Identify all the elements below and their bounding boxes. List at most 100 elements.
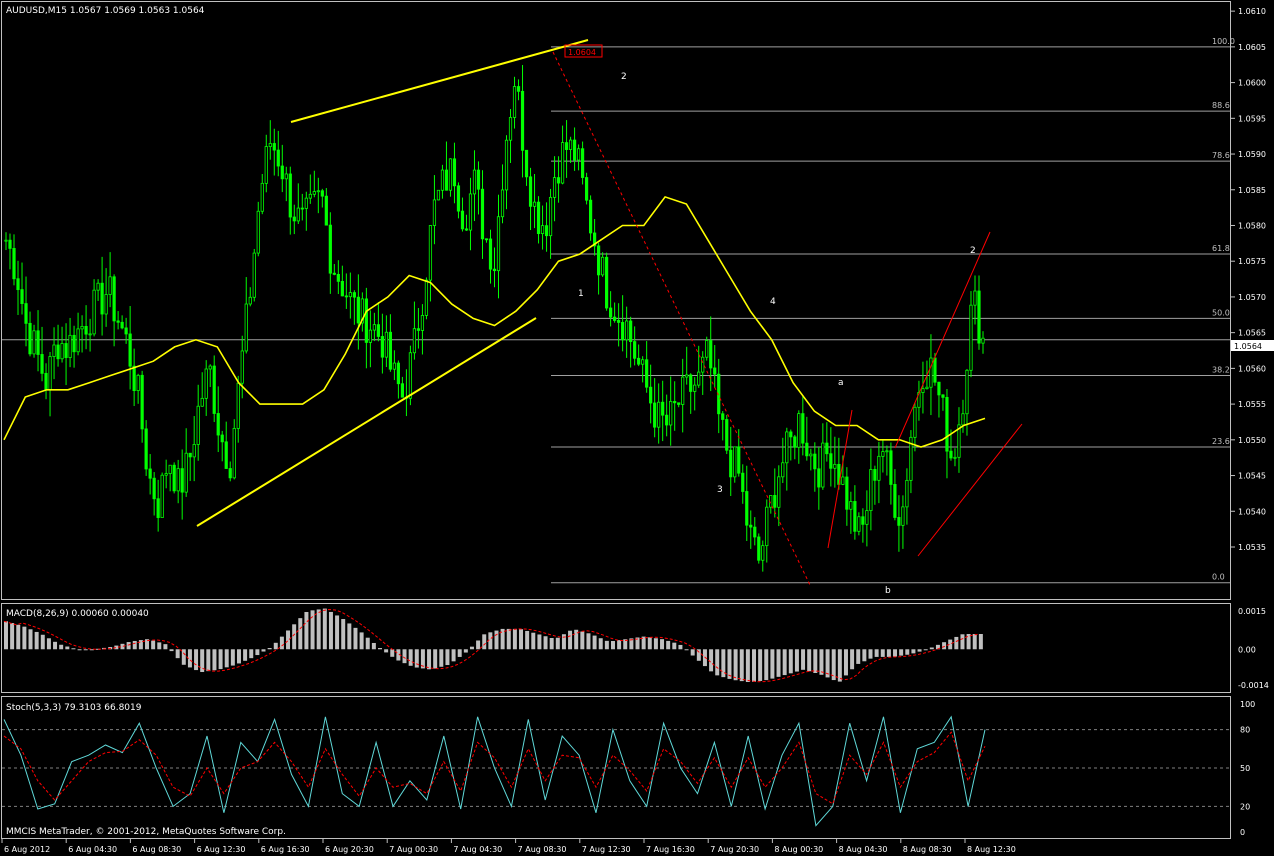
candle-body: [288, 173, 292, 218]
candle-body: [224, 441, 228, 469]
candle-body: [945, 396, 949, 452]
candle-body: [320, 190, 324, 197]
wave-label: 1: [578, 289, 584, 299]
candle-body: [240, 350, 244, 384]
macd-bar: [672, 642, 677, 650]
macd-bar: [862, 649, 867, 662]
candle-body: [929, 357, 933, 388]
copyright-text: MMCIS MetaTrader, © 2001-2012, MetaQuote…: [6, 827, 286, 837]
candle-body: [368, 329, 372, 343]
candle-body: [52, 344, 56, 357]
macd-bar: [733, 649, 738, 681]
candle-body: [92, 289, 96, 335]
candle-body: [384, 331, 388, 358]
macd-bar: [4, 621, 8, 650]
macd-bar: [678, 644, 683, 650]
candle-body: [432, 199, 437, 226]
macd-bar: [255, 649, 260, 656]
macd-bar: [316, 609, 321, 650]
macd-bar: [279, 636, 284, 650]
candle-body: [180, 468, 184, 493]
fib-level-label: 0.0: [1212, 573, 1225, 582]
candle-body: [468, 193, 473, 231]
macd-bar: [322, 608, 327, 650]
price-tick-label: 1.0560: [1238, 364, 1266, 373]
candle-body: [472, 169, 477, 195]
time-tick-label: 8 Aug 04:30: [839, 845, 888, 854]
candle-body: [889, 450, 893, 485]
price-tick-label: 1.0580: [1238, 221, 1266, 230]
macd-bar: [249, 649, 254, 659]
candle-body: [617, 320, 621, 323]
price-tick-label: 1.0595: [1238, 114, 1266, 123]
macd-bar: [512, 628, 517, 650]
candle-body: [236, 382, 240, 429]
macd-bar: [598, 638, 603, 650]
candle-body: [568, 139, 573, 150]
current-price-label: 1.0564: [1234, 342, 1262, 351]
candle-body: [200, 397, 204, 407]
candle-body: [416, 328, 421, 331]
macd-bar: [684, 649, 689, 651]
macd-bar: [224, 649, 229, 668]
candle-body: [725, 419, 729, 451]
candle-body: [869, 469, 873, 511]
candle-body: [32, 330, 36, 355]
high-price-label: 1.0604: [568, 48, 596, 57]
candle-body: [56, 344, 60, 360]
price-tick-label: 1.0555: [1238, 400, 1266, 409]
macd-bar: [488, 632, 493, 650]
macd-bar: [758, 649, 763, 681]
price-tick-label: 1.0565: [1238, 329, 1266, 338]
candle-body: [496, 216, 501, 272]
candle-body: [244, 303, 248, 352]
macd-bar: [273, 642, 278, 650]
macd-bar: [439, 649, 444, 667]
macd-bar: [813, 649, 818, 673]
candle-body: [749, 524, 753, 528]
candle-body: [540, 225, 545, 235]
macd-bar: [893, 649, 898, 657]
candle-body: [76, 328, 80, 353]
macd-bar: [408, 649, 413, 666]
candle-body: [248, 296, 252, 305]
candle-body: [304, 197, 308, 209]
candle-body: [560, 142, 565, 184]
candle-body: [845, 476, 849, 510]
candle-body: [72, 334, 76, 353]
candle-body: [96, 282, 100, 291]
candle-body: [584, 177, 589, 201]
time-tick-label: 7 Aug 12:30: [582, 845, 631, 854]
macd-bar: [77, 649, 82, 651]
macd-bar: [261, 649, 266, 652]
candle-body: [324, 195, 328, 226]
candle-body: [128, 333, 132, 367]
candle-body: [897, 517, 901, 526]
candle-body: [601, 256, 605, 276]
candle-body: [953, 456, 957, 459]
candle-body: [336, 273, 340, 282]
macd-bar: [660, 639, 665, 650]
macd-tick-label: -0.0014: [1238, 681, 1269, 690]
candle-body: [524, 149, 529, 178]
candle-body: [965, 369, 969, 415]
candle-body: [464, 228, 469, 231]
macd-bar: [592, 635, 597, 650]
candle-body: [665, 414, 669, 426]
macd-bar: [653, 638, 658, 650]
macd-bar: [53, 641, 58, 650]
candle-body: [316, 190, 320, 193]
macd-bar: [126, 642, 131, 650]
macd-bar: [433, 649, 438, 669]
macd-bar: [10, 623, 15, 650]
candle-body: [272, 143, 276, 151]
symbol-header: AUDUSD,M15 1.0567 1.0569 1.0563 1.0564: [6, 6, 205, 16]
fib-level-label: 23.6: [1212, 437, 1230, 446]
candle-body: [921, 388, 925, 393]
macd-bar: [617, 640, 622, 650]
candle-body: [761, 545, 765, 561]
macd-bar: [727, 649, 732, 679]
metatrader-chart: 100.0 88.6 78.6 61.8 50.0 38.2 23.6 0.0 2 1 4 3 a b 2…: [0, 0, 1274, 856]
macd-bar: [28, 629, 33, 650]
macd-tick-label: 0.0015: [1238, 607, 1266, 616]
